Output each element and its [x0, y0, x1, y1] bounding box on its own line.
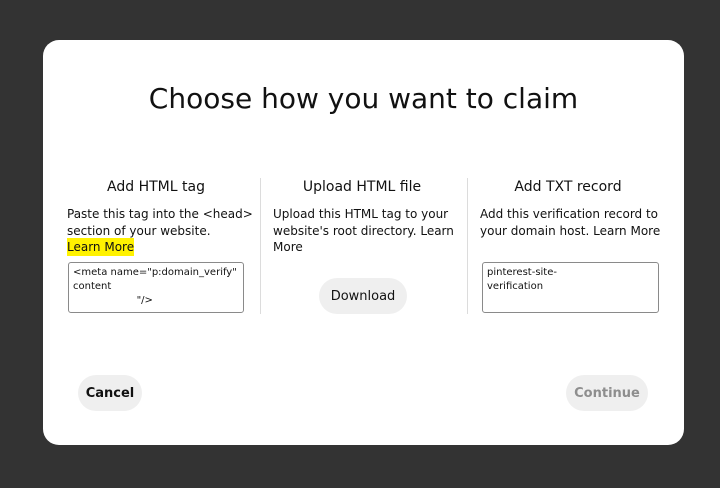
option-txt-record: Add TXT record Add this verification rec…: [480, 178, 664, 239]
option-heading: Add HTML tag: [107, 179, 205, 195]
modal-title: Choose how you want to claim: [148, 82, 579, 115]
option-description: Upload this HTML tag to your website's r…: [273, 206, 473, 256]
option-html-file: Upload HTML file Upload this HTML tag to…: [273, 178, 473, 256]
option-description-text: Paste this tag into the <head> section o…: [67, 207, 253, 238]
option-description: Paste this tag into the <head> section o…: [67, 206, 271, 256]
claim-modal: Choose how you want to claim Add HTML ta…: [43, 40, 684, 445]
learn-more-link[interactable]: Learn More: [67, 238, 135, 256]
option-heading: Add TXT record: [514, 179, 622, 195]
option-heading: Upload HTML file: [302, 179, 422, 195]
cancel-button[interactable]: Cancel: [78, 375, 142, 411]
continue-button[interactable]: Continue: [566, 375, 648, 411]
learn-more-link[interactable]: Learn More: [593, 224, 660, 238]
txt-record-field[interactable]: pinterest-site- verification: [482, 262, 659, 313]
option-html-tag: Add HTML tag Paste this tag into the <he…: [67, 178, 271, 256]
download-button[interactable]: Download: [319, 278, 407, 314]
option-description: Add this verification record to your dom…: [480, 206, 664, 239]
meta-tag-field[interactable]: <meta name="p:domain_verify" content "/>: [68, 262, 244, 313]
